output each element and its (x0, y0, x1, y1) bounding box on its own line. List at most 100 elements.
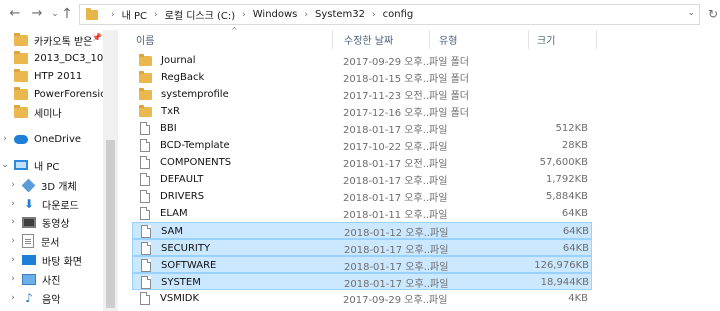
file-name: DEFAULT (160, 174, 204, 185)
column-header-size[interactable]: 크기 (537, 30, 555, 49)
back-arrow-icon[interactable]: ← (8, 7, 22, 21)
folder-row[interactable]: RegBack 2018-01-15 오후... 파일 폴더 (132, 69, 592, 86)
nav-item-this-pc[interactable]: ⌄ 내 PC (0, 155, 120, 175)
nav-item-desktop[interactable]: › 바탕 화면 (0, 250, 120, 270)
breadcrumb-separator-icon[interactable]: › (111, 10, 115, 20)
expand-chevron-icon[interactable]: › (8, 236, 18, 246)
nav-item-downloads[interactable]: › ⬇ 다운로드 (0, 194, 120, 214)
nav-item-label: 문서 (41, 237, 60, 249)
file-type: 파일 폴더 (429, 57, 469, 68)
file-icon (140, 139, 150, 152)
folder-row[interactable]: TxR 2017-12-16 오후... 파일 폴더 (132, 103, 592, 120)
column-divider[interactable] (528, 30, 529, 49)
refresh-icon[interactable]: ↻ (708, 7, 720, 21)
column-divider[interactable] (596, 30, 597, 49)
file-name: SYSTEM (161, 277, 201, 288)
nav-item-label: OneDrive (34, 133, 82, 145)
expand-chevron-icon[interactable]: › (8, 255, 18, 265)
file-icon (140, 122, 150, 135)
column-header-name[interactable]: 이름 (136, 30, 154, 49)
file-row[interactable]: SAM 2018-01-12 오후... 파일 64KB (132, 222, 592, 239)
nav-item-quick-access-2[interactable]: 2013_DC3_108_ (0, 48, 120, 68)
file-type: 파일 (429, 295, 448, 306)
expand-chevron-icon[interactable]: › (8, 217, 18, 227)
breadcrumb-item-system32[interactable]: System32 (315, 9, 365, 20)
music-icon: ♪ (25, 290, 33, 305)
file-date: 2018-01-15 오후... (343, 74, 433, 85)
file-size: 5,884KB (545, 191, 588, 202)
nav-item-quick-access-4[interactable]: PowerForensicsT (0, 84, 120, 104)
breadcrumb-item-config[interactable]: config (383, 9, 414, 20)
file-name: BCD-Template (160, 140, 230, 151)
file-size (528, 86, 588, 103)
file-row[interactable]: BCD-Template 2017-10-22 오후... 파일 28KB (132, 137, 592, 154)
file-size: 1,792KB (545, 174, 588, 185)
nav-pane-scrollbar[interactable] (103, 30, 118, 311)
nav-item-videos[interactable]: › 동영상 (0, 212, 120, 232)
collapse-chevron-icon[interactable]: ⌄ (0, 160, 10, 170)
expand-chevron-icon[interactable]: › (8, 274, 18, 284)
file-name: ELAM (160, 208, 188, 219)
file-row[interactable]: DEFAULT 2018-01-17 오후... 파일 1,792KB (132, 171, 592, 188)
up-arrow-icon[interactable]: ↑ (60, 7, 74, 21)
breadcrumb-separator-icon[interactable]: › (154, 10, 158, 20)
nav-item-documents[interactable]: › 문서 (0, 231, 120, 251)
nav-item-quick-access-5[interactable]: 세미나 (0, 102, 120, 122)
file-row[interactable]: SECURITY 2018-01-17 오후... 파일 64KB (132, 239, 592, 256)
file-size: 64KB (562, 243, 589, 254)
folder-row[interactable]: Journal 2017-09-29 오후... 파일 폴더 (132, 52, 592, 69)
column-header-type[interactable]: 유형 (439, 30, 457, 49)
expand-chevron-icon[interactable]: › (0, 134, 10, 144)
file-name: RegBack (161, 72, 205, 83)
address-bar[interactable]: › 내 PC › 로컬 디스크 (C:) › Windows › System3… (79, 4, 700, 25)
file-date: 2018-01-17 오전... (343, 159, 433, 170)
expand-chevron-icon[interactable]: › (8, 199, 18, 209)
nav-item-3d-objects[interactable]: › 3D 개체 (0, 175, 120, 195)
address-dropdown-chevron-icon[interactable]: ⌄ (687, 8, 695, 18)
file-type: 파일 폴더 (429, 108, 469, 119)
nav-item-quick-access-1[interactable]: 카카오톡 받은 (0, 30, 120, 50)
file-row[interactable]: VSMIDK 2017-09-29 오후... 파일 4KB (132, 290, 592, 307)
file-row[interactable]: SOFTWARE 2018-01-17 오후... 파일 126,976KB (132, 256, 592, 273)
file-size (528, 69, 588, 86)
breadcrumb-separator-icon[interactable]: › (304, 10, 308, 20)
file-size: 18,944KB (540, 277, 589, 288)
file-row[interactable]: COMPONENTS 2018-01-17 오전... 파일 57,600KB (132, 154, 592, 171)
file-size: 512KB (555, 123, 588, 134)
file-date: 2017-12-16 오후... (343, 108, 433, 119)
breadcrumb-separator-icon[interactable]: › (242, 10, 246, 20)
file-row[interactable]: ELAM 2018-01-11 오후... 파일 64KB (132, 205, 592, 222)
file-type: 파일 (430, 279, 449, 290)
file-size: 64KB (561, 208, 588, 219)
breadcrumb-item-pc[interactable]: 내 PC (122, 7, 147, 22)
column-header-date[interactable]: 수정한 날짜 (344, 30, 393, 49)
column-divider[interactable] (332, 30, 333, 49)
breadcrumb-item-windows[interactable]: Windows (253, 9, 298, 20)
nav-item-quick-access-3[interactable]: HTP 2011 (0, 66, 120, 86)
folder-icon (14, 32, 28, 46)
file-row[interactable]: DRIVERS 2018-01-17 오후... 파일 5,884KB (132, 188, 592, 205)
folder-row[interactable]: systemprofile 2017-11-23 오전... 파일 폴더 (132, 86, 592, 103)
nav-item-music[interactable]: › ♪ 음악 (0, 288, 120, 308)
nav-item-pictures[interactable]: › 사진 (0, 269, 120, 289)
file-name-cell: RegBack (139, 69, 204, 86)
nav-item-label: 다운로드 (42, 200, 79, 212)
forward-arrow-icon[interactable]: → (30, 7, 44, 21)
file-row[interactable]: BBI 2018-01-17 오후... 파일 512KB (132, 120, 592, 137)
scrollbar-thumb[interactable] (106, 140, 115, 308)
file-icon (140, 156, 150, 169)
pin-icon[interactable]: 📌 (92, 33, 102, 42)
expand-chevron-icon[interactable]: › (8, 293, 18, 303)
photo-icon (22, 273, 36, 285)
file-name-cell: systemprofile (139, 86, 229, 103)
column-header-label: 유형 (439, 36, 458, 47)
folder-icon (139, 104, 152, 117)
file-row[interactable]: SYSTEM 2018-01-17 오후... 파일 18,944KB (132, 273, 592, 290)
file-name-cell: VSMIDK (139, 290, 199, 307)
column-divider[interactable] (429, 30, 430, 49)
nav-item-onedrive[interactable]: › OneDrive (0, 129, 120, 149)
breadcrumb-separator-icon[interactable]: › (372, 10, 376, 20)
breadcrumb-item-local-disk[interactable]: 로컬 디스크 (C:) (165, 7, 236, 22)
expand-chevron-icon[interactable]: › (8, 180, 18, 190)
file-name-cell: SAM (140, 223, 183, 240)
